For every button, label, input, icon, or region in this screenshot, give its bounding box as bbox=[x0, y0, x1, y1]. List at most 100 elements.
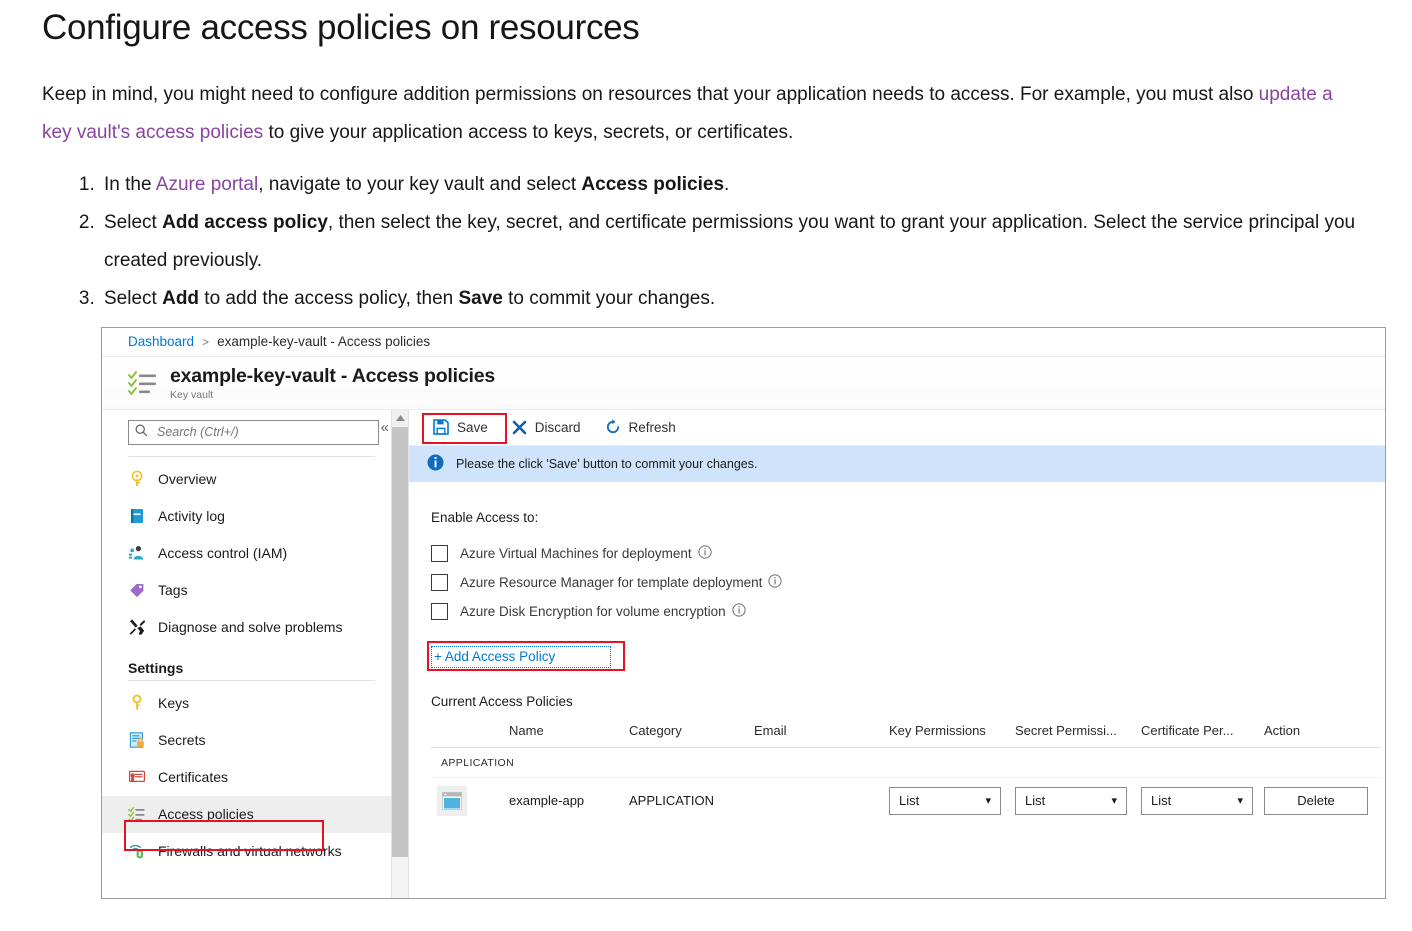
search-input[interactable] bbox=[155, 424, 372, 441]
sidebar-item-access-control[interactable]: Access control (IAM) bbox=[102, 535, 391, 572]
collapse-nav-icon[interactable]: « bbox=[381, 419, 389, 436]
sidebar-item-firewalls[interactable]: Firewalls and virtual networks bbox=[102, 833, 391, 870]
breadcrumb-dashboard-link[interactable]: Dashboard bbox=[128, 334, 194, 349]
table-header-row: Name Category Email Key Permissions Secr… bbox=[431, 723, 1381, 748]
access-control-icon bbox=[128, 544, 146, 562]
sidebar-item-overview[interactable]: Overview bbox=[102, 461, 391, 498]
th-email: Email bbox=[754, 722, 787, 738]
th-key-permissions: Key Permissions bbox=[889, 722, 986, 738]
access-policies-table: Name Category Email Key Permissions Secr… bbox=[431, 723, 1381, 824]
step3-post: to commit your changes. bbox=[502, 287, 716, 309]
step1-post: . bbox=[724, 173, 730, 195]
azure-disk-encryption-label: Azure Disk Encryption for volume encrypt… bbox=[460, 603, 726, 619]
th-action: Action bbox=[1264, 722, 1301, 738]
search-icon bbox=[135, 424, 148, 440]
sidebar-item-label: Secrets bbox=[158, 732, 206, 749]
discard-button[interactable]: Discard bbox=[500, 413, 593, 441]
table-group-label: APPLICATION bbox=[441, 756, 515, 769]
step3-pre: Select bbox=[104, 287, 163, 309]
close-icon bbox=[512, 420, 527, 435]
add-access-policy-wrap: + Add Access Policy bbox=[427, 640, 625, 671]
step2-bold: Add access policy bbox=[162, 211, 328, 233]
th-name: Name bbox=[509, 722, 544, 738]
steps-list: In the Azure portal, navigate to your ke… bbox=[42, 166, 1412, 318]
azure-portal-link[interactable]: Azure portal bbox=[156, 174, 258, 195]
sidebar-item-access-policies[interactable]: Access policies bbox=[102, 795, 391, 833]
add-access-policy-link[interactable]: + Add Access Policy bbox=[431, 645, 611, 668]
azure-vm-deployment-checkbox[interactable] bbox=[431, 544, 448, 562]
scrollbar-thumb[interactable] bbox=[392, 426, 408, 857]
info-banner: Please the click 'Save' button to commit… bbox=[409, 445, 1385, 482]
azure-resource-manager-checkbox[interactable] bbox=[431, 573, 448, 591]
sidebar-item-secrets[interactable]: Secrets bbox=[102, 722, 391, 759]
enable-access-label: Enable Access to: bbox=[431, 509, 539, 525]
breadcrumb: Dashboard > example-key-vault - Access p… bbox=[102, 327, 1385, 357]
blade-title-block: example-key-vault - Access policies Key … bbox=[170, 365, 495, 401]
step3-bold: Add bbox=[162, 287, 200, 309]
search-area: « bbox=[102, 410, 391, 445]
sidebar-item-diagnose[interactable]: Diagnose and solve problems bbox=[102, 609, 391, 646]
sidebar-item-tags[interactable]: Tags bbox=[102, 572, 391, 609]
chevron-down-icon: ▾ bbox=[1111, 795, 1117, 808]
row-secret-permissions-cell: List ▾ bbox=[1015, 776, 1141, 824]
info-icon[interactable] bbox=[768, 574, 783, 591]
content-scrollbar[interactable] bbox=[392, 409, 409, 898]
key-permissions-dropdown[interactable]: List ▾ bbox=[889, 786, 1001, 815]
refresh-button[interactable]: Refresh bbox=[593, 413, 688, 441]
table-body: APPLICATION example-app APPLICATION List… bbox=[431, 747, 1381, 824]
certificate-icon bbox=[128, 768, 146, 786]
sidebar-item-label: Certificates bbox=[158, 769, 229, 786]
save-button[interactable]: Save bbox=[421, 413, 500, 441]
key-permissions-value: List bbox=[899, 793, 920, 809]
step3-mid: to add the access policy, then bbox=[199, 287, 459, 309]
refresh-icon bbox=[605, 419, 621, 435]
nav-group-settings: Settings bbox=[128, 659, 184, 676]
azure-disk-encryption-checkbox[interactable] bbox=[431, 602, 448, 620]
info-icon[interactable] bbox=[732, 603, 746, 620]
activity-log-icon bbox=[128, 507, 146, 525]
info-icon[interactable] bbox=[698, 545, 712, 562]
secret-permissions-value: List bbox=[1025, 793, 1046, 809]
refresh-button-label: Refresh bbox=[628, 419, 676, 435]
scroll-up-arrow-icon[interactable] bbox=[392, 409, 408, 427]
sidebar-item-activity-log[interactable]: Activity log bbox=[102, 498, 391, 535]
delete-button[interactable]: Delete bbox=[1264, 786, 1368, 815]
key-icon bbox=[128, 694, 146, 712]
secret-permissions-dropdown[interactable]: List ▾ bbox=[1015, 786, 1127, 815]
sidebar-item-keys[interactable]: Keys bbox=[102, 685, 391, 722]
intro-paragraph: Keep in mind, you might need to configur… bbox=[42, 76, 1342, 152]
checkbox-row-resource-manager[interactable]: Azure Resource Manager for template depl… bbox=[431, 568, 1385, 597]
page-title: Configure access policies on resources bbox=[42, 8, 640, 47]
step-item-3: Select Add to add the access policy, the… bbox=[100, 280, 1412, 318]
search-box[interactable] bbox=[128, 419, 379, 445]
checkbox-row-disk-encryption[interactable]: Azure Disk Encryption for volume encrypt… bbox=[431, 597, 1385, 626]
sidebar-item-label: Diagnose and solve problems bbox=[158, 619, 343, 636]
step2-pre: Select bbox=[104, 211, 163, 233]
sidebar-item-label: Tags bbox=[158, 582, 188, 599]
current-access-policies-caption: Current Access Policies bbox=[431, 693, 573, 709]
nav-group-divider bbox=[128, 679, 375, 681]
th-secret-permissions: Secret Permissi... bbox=[1015, 722, 1117, 738]
command-toolbar: Save Discard Refresh bbox=[409, 410, 1385, 446]
sidebar-item-label: Firewalls and virtual networks bbox=[158, 843, 342, 860]
firewall-icon bbox=[128, 842, 146, 860]
blade-header: example-key-vault - Access policies Key … bbox=[102, 356, 1385, 410]
th-certificate-permissions: Certificate Per... bbox=[1141, 722, 1234, 738]
row-category: APPLICATION bbox=[629, 776, 754, 824]
chevron-down-icon: ▾ bbox=[1237, 795, 1243, 808]
secrets-icon bbox=[128, 731, 146, 749]
certificate-permissions-dropdown[interactable]: List ▾ bbox=[1141, 786, 1253, 815]
checkbox-row-vm-deployment[interactable]: Azure Virtual Machines for deployment bbox=[431, 539, 1385, 568]
step1-pre: In the bbox=[104, 173, 156, 195]
discard-button-label: Discard bbox=[534, 419, 581, 435]
step1-mid: , navigate to your key vault and select bbox=[258, 173, 582, 195]
save-icon bbox=[433, 419, 449, 436]
sidebar-item-label: Keys bbox=[158, 695, 190, 712]
sidebar-item-label: Overview bbox=[158, 471, 217, 488]
azure-resource-manager-label: Azure Resource Manager for template depl… bbox=[460, 574, 763, 590]
th-category: Category bbox=[629, 722, 682, 738]
row-name: example-app bbox=[509, 776, 629, 824]
info-icon bbox=[427, 454, 444, 474]
sidebar-item-certificates[interactable]: Certificates bbox=[102, 759, 391, 796]
azure-portal-screenshot: Dashboard > example-key-vault - Access p… bbox=[101, 326, 1386, 899]
